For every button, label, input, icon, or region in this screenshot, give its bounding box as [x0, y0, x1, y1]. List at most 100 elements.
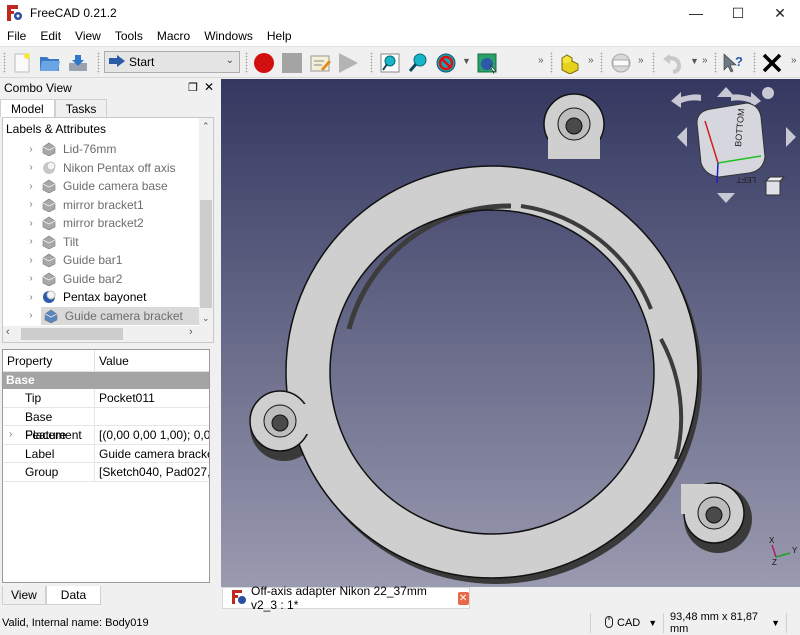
tree-item[interactable]: › Nikon Pentax off axis	[3, 159, 199, 177]
property-value[interactable]: Guide camera bracket	[95, 445, 209, 463]
expand-arrow-icon[interactable]: ›	[21, 162, 41, 173]
scrollbar-thumb[interactable]	[200, 200, 212, 308]
tab-model[interactable]: Model	[0, 99, 55, 117]
close-panel-icon[interactable]: ✕	[204, 80, 214, 94]
open-document-icon[interactable]	[38, 51, 62, 75]
toolbar-grip[interactable]	[3, 52, 6, 74]
toolbar-overflow-icon[interactable]: »	[791, 55, 797, 66]
bounding-box-icon[interactable]	[475, 51, 499, 75]
new-document-icon[interactable]	[10, 51, 34, 75]
toolbar-grip[interactable]	[600, 52, 603, 74]
measure-icon[interactable]	[609, 51, 633, 75]
expand-arrow-icon[interactable]: ›	[21, 236, 41, 247]
property-row[interactable]: Tip Pocket011	[3, 389, 209, 408]
toolbar-overflow-icon[interactable]: »	[538, 55, 544, 66]
property-row[interactable]: Base Feature	[3, 407, 209, 442]
menu-tools[interactable]: Tools	[108, 29, 150, 43]
menu-edit[interactable]: Edit	[33, 29, 68, 43]
close-x-icon[interactable]	[760, 51, 784, 75]
expand-arrow-icon[interactable]: ›	[21, 144, 41, 155]
toolbar-grip[interactable]	[753, 52, 756, 74]
tree-item[interactable]: › Guide camera base	[3, 177, 199, 195]
dimension-readout[interactable]: 93,48 mm x 81,87 mm ▼	[663, 611, 787, 635]
scroll-up-icon[interactable]: ⌃	[202, 121, 210, 132]
scroll-down-icon[interactable]: ⌄	[202, 313, 210, 324]
undo-icon[interactable]	[660, 51, 684, 75]
arrow-down-icon[interactable]	[717, 193, 735, 203]
tree-item[interactable]: › mirror bracket1	[3, 196, 199, 214]
part-design-icon[interactable]	[558, 51, 582, 75]
property-value[interactable]: [Sketch040, Pad027,...	[95, 463, 209, 481]
macro-edit-icon[interactable]	[308, 51, 332, 75]
toolbar-grip[interactable]	[97, 52, 100, 74]
tab-view[interactable]: View	[2, 586, 46, 605]
scroll-left-icon[interactable]: ‹	[6, 326, 10, 338]
toolbar-grip[interactable]	[652, 52, 655, 74]
property-value[interactable]	[95, 408, 209, 426]
tree-horizontal-scrollbar[interactable]: ‹ ›	[3, 326, 213, 342]
toolbar-overflow-icon[interactable]: »	[588, 55, 594, 66]
navigation-style-selector[interactable]: CAD ▼	[590, 613, 657, 633]
expand-arrow-icon[interactable]: ›	[21, 255, 41, 266]
tab-data[interactable]: Data	[45, 586, 102, 605]
menu-help[interactable]: Help	[260, 29, 299, 43]
tree-item[interactable]: › Tilt	[3, 233, 199, 251]
tree-item[interactable]: › Guide camera bracket	[3, 306, 199, 325]
minimize-button[interactable]: —	[676, 0, 716, 26]
menu-dot-icon[interactable]	[762, 87, 774, 99]
expand-arrow-icon[interactable]: ›	[21, 292, 41, 303]
tab-tasks[interactable]: Tasks	[54, 99, 108, 117]
property-row[interactable]: Group [Sketch040, Pad027,...	[3, 463, 209, 482]
property-group-base[interactable]: Base	[3, 372, 209, 389]
expand-arrow-icon[interactable]: ›	[21, 310, 41, 321]
document-tab[interactable]: Off-axis adapter Nikon 22_37mm v2_3 : 1*…	[222, 584, 470, 612]
toolbar-overflow-icon[interactable]: »	[702, 55, 708, 66]
float-panel-icon[interactable]: ❐	[188, 81, 198, 94]
tree-item[interactable]: › mirror bracket2	[3, 214, 199, 232]
arrow-left-icon[interactable]	[677, 127, 687, 147]
property-row[interactable]: › Placement [(0,00 0,00 1,00); 0,0...	[3, 426, 209, 445]
macro-record-icon[interactable]	[252, 51, 276, 75]
undo-dropdown-icon[interactable]: ▼	[690, 56, 699, 66]
property-value[interactable]: Pocket011	[95, 389, 209, 407]
toolbar-grip[interactable]	[550, 52, 553, 74]
expand-arrow-icon[interactable]: ›	[21, 273, 41, 284]
rotate-left-icon[interactable]	[671, 92, 701, 108]
macro-run-icon[interactable]	[336, 51, 360, 75]
tree-item[interactable]: › Lid-76mm	[3, 140, 199, 158]
menu-view[interactable]: View	[68, 29, 108, 43]
menu-file[interactable]: File	[0, 29, 33, 43]
arrow-right-icon[interactable]	[786, 127, 796, 147]
whats-this-icon[interactable]: ?	[721, 51, 745, 75]
toolbar-grip[interactable]	[370, 52, 373, 74]
close-document-icon[interactable]: ✕	[457, 591, 469, 605]
3d-viewport[interactable]: BOTTOM LEFT X Y Z	[221, 79, 800, 587]
property-value[interactable]: [(0,00 0,00 1,00); 0,0...	[95, 426, 209, 444]
workbench-selector[interactable]: Start ⌄	[104, 51, 240, 73]
macro-stop-icon[interactable]	[280, 51, 304, 75]
toolbar-grip[interactable]	[245, 52, 248, 74]
draw-style-icon[interactable]	[434, 51, 458, 75]
scrollbar-thumb[interactable]	[21, 328, 123, 340]
maximize-button[interactable]: ☐	[718, 0, 758, 26]
menu-windows[interactable]: Windows	[197, 29, 260, 43]
arrow-up-icon[interactable]	[717, 87, 735, 97]
navcube-face-front[interactable]: LEFT	[736, 175, 756, 184]
expand-arrow-icon[interactable]: ›	[21, 218, 41, 229]
expand-arrow-icon[interactable]: ›	[9, 426, 12, 444]
expand-arrow-icon[interactable]: ›	[21, 199, 41, 210]
expand-arrow-icon[interactable]: ›	[21, 181, 41, 192]
home-cube-icon[interactable]	[764, 176, 786, 196]
tree-item[interactable]: › Guide bar2	[3, 270, 199, 288]
save-document-icon[interactable]	[66, 51, 90, 75]
tree-item[interactable]: › Pentax bayonet	[3, 288, 199, 306]
tree-vertical-scrollbar[interactable]: ⌃ ⌄	[199, 118, 213, 326]
draw-style-dropdown-icon[interactable]: ▼	[462, 56, 471, 66]
fit-all-icon[interactable]	[378, 51, 402, 75]
menu-macro[interactable]: Macro	[150, 29, 197, 43]
scroll-right-icon[interactable]: ›	[189, 326, 193, 338]
toolbar-overflow-icon[interactable]: »	[638, 55, 644, 66]
property-row[interactable]: Label Guide camera bracket	[3, 444, 209, 463]
fit-selection-icon[interactable]	[406, 51, 430, 75]
tree-item[interactable]: › Guide bar1	[3, 251, 199, 269]
